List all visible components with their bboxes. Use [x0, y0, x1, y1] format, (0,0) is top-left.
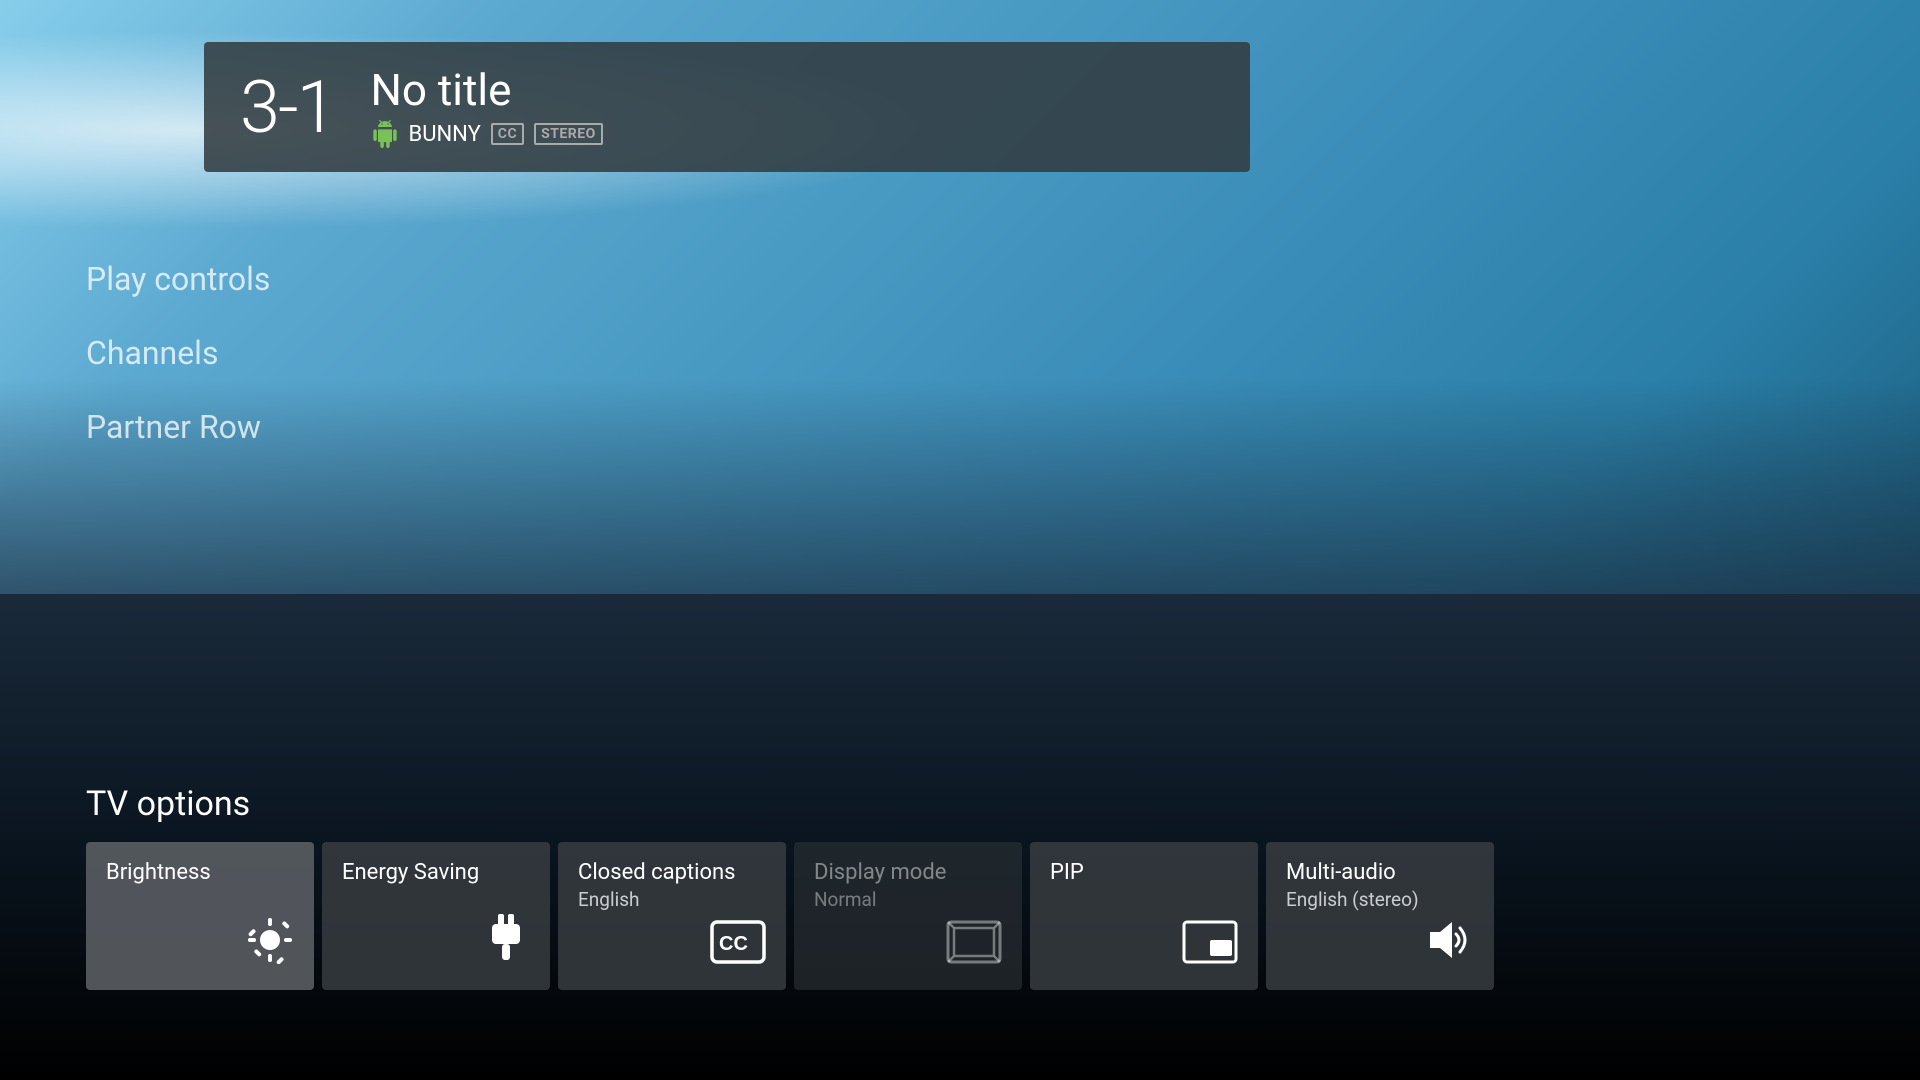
android-icon — [371, 120, 399, 148]
option-sublabel-closed-captions: English — [578, 888, 766, 911]
option-label-brightness: Brightness — [106, 860, 294, 886]
option-card-brightness[interactable]: Brightness — [86, 842, 314, 990]
energy-saving-icon — [482, 912, 530, 972]
option-label-multi-audio: Multi-audio — [1286, 860, 1474, 886]
channel-meta: BUNNY CC STEREO — [371, 120, 603, 148]
cc-badge: CC — [491, 123, 524, 145]
channel-title: No title — [371, 66, 603, 114]
options-grid: Brightness Energy Saving — [86, 842, 1920, 990]
sidebar-item-channels[interactable]: Channels — [86, 334, 270, 372]
pip-icon — [1182, 920, 1238, 972]
svg-text:CC: CC — [719, 933, 748, 955]
channel-info: No title BUNNY CC STEREO — [371, 66, 603, 148]
option-label-display-mode: Display mode — [814, 860, 1002, 886]
sidebar-item-play-controls[interactable]: Play controls — [86, 260, 270, 298]
option-card-display-mode[interactable]: Display mode Normal — [794, 842, 1022, 990]
brightness-icon — [246, 916, 294, 972]
tv-options-section: TV options Brightness Energ — [86, 784, 1920, 990]
sidebar: Play controls Channels Partner Row — [86, 260, 270, 446]
option-label-pip: PIP — [1050, 860, 1238, 886]
channel-banner: 3-1 No title BUNNY CC STEREO — [204, 42, 1250, 172]
option-label-energy-saving: Energy Saving — [342, 860, 530, 886]
option-sublabel-multi-audio: English (stereo) — [1286, 888, 1474, 911]
channel-source: BUNNY — [409, 122, 481, 147]
option-label-closed-captions: Closed captions — [578, 860, 766, 886]
stereo-badge: STEREO — [534, 123, 603, 145]
option-sublabel-display-mode: Normal — [814, 888, 1002, 911]
closed-captions-icon: CC — [710, 920, 766, 972]
display-mode-icon — [946, 920, 1002, 972]
tv-options-title: TV options — [86, 784, 1920, 824]
option-card-closed-captions[interactable]: Closed captions English CC — [558, 842, 786, 990]
option-card-multi-audio[interactable]: Multi-audio English (stereo) — [1266, 842, 1494, 990]
channel-number: 3-1 — [240, 65, 335, 150]
multi-audio-icon — [1422, 916, 1474, 972]
option-card-pip[interactable]: PIP — [1030, 842, 1258, 990]
option-card-energy-saving[interactable]: Energy Saving — [322, 842, 550, 990]
sidebar-item-partner-row[interactable]: Partner Row — [86, 408, 270, 446]
